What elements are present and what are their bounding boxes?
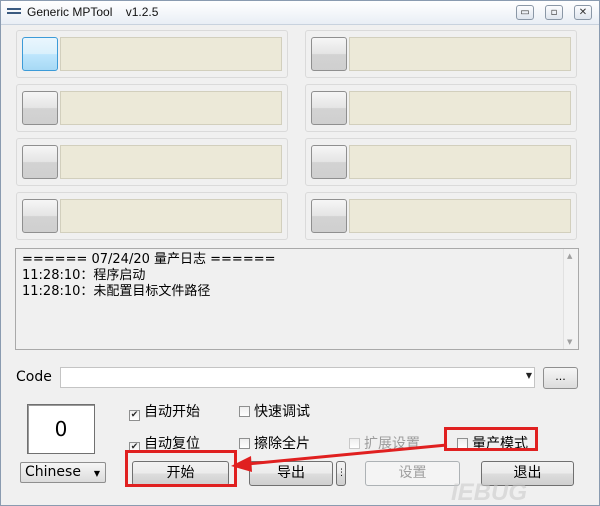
watermark-logo: IEBUG bbox=[451, 479, 528, 506]
annotation-arrow bbox=[231, 443, 448, 472]
mptool-window: Generic MPTool v1.2.5 ▭ ▫ ✕ ====== 07/24… bbox=[0, 0, 600, 506]
